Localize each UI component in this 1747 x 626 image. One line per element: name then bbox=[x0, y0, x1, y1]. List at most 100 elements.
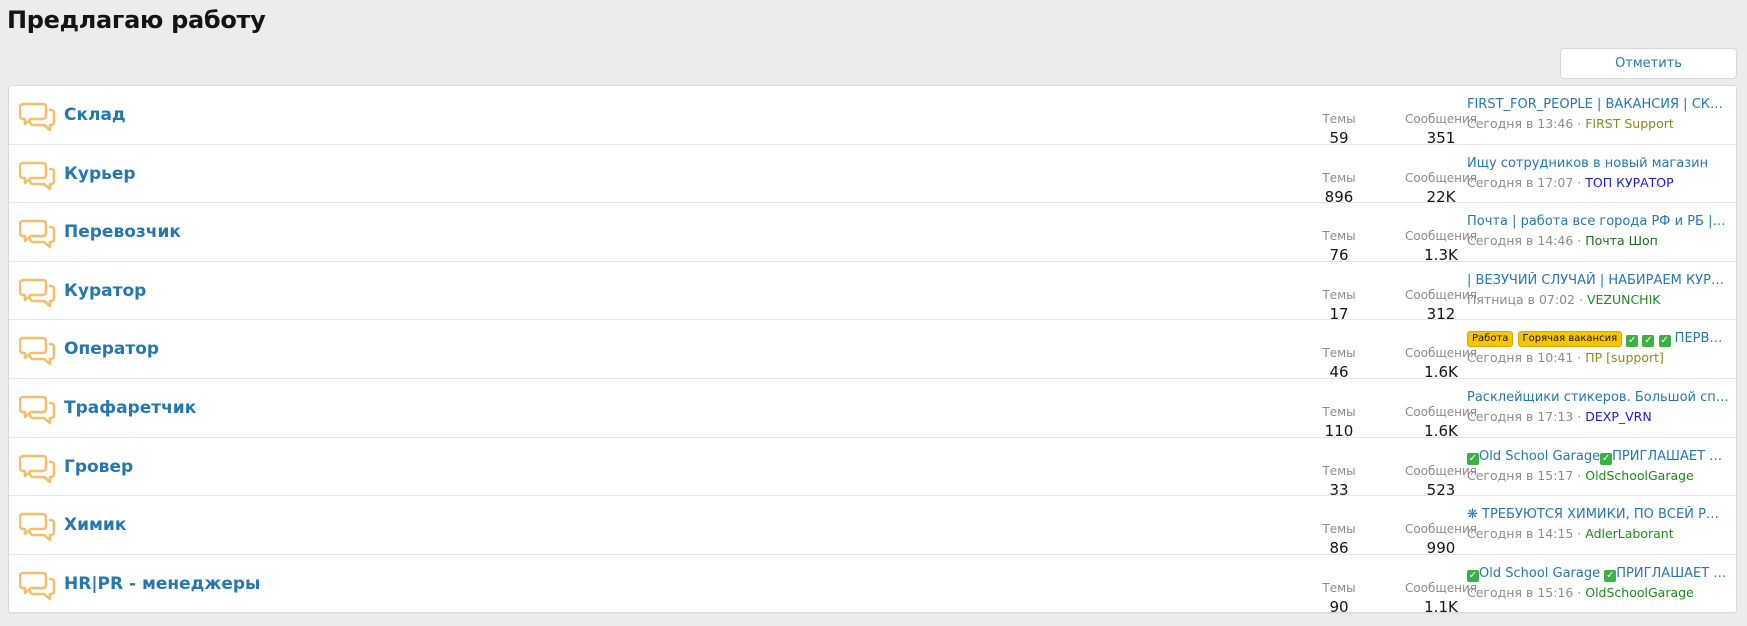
separator: · bbox=[1573, 526, 1586, 542]
last-thread-link[interactable]: ❋ ТРЕБУЮТСЯ ХИМИКИ, ПО ВСЕЙ РФ, КЗ... bbox=[1467, 506, 1729, 523]
last-post-meta: Пятница в 07:02 · VEZUNCHIK bbox=[1467, 291, 1729, 308]
last-post-user[interactable]: Почта Шоп bbox=[1585, 233, 1658, 248]
forum-bubbles-icon bbox=[19, 102, 56, 132]
forum-list: Склад Темы 59 Сообщения 351 FIRST_FOR_PEOP… bbox=[8, 85, 1737, 616]
forum-title[interactable]: Склад bbox=[64, 86, 126, 144]
last-thread-link[interactable]: | ВЕЗУЧИЙ СЛУЧАЙ | НАБИРАЕМ КУРАТО... bbox=[1467, 272, 1729, 289]
forum-row-operator: Оператор Темы 46 Сообщения 1.6K Работа Гор… bbox=[9, 320, 1736, 381]
last-post-meta: Сегодня в 13:46 · FIRST Support bbox=[1467, 115, 1729, 132]
last-post-date[interactable]: Сегодня в 17:07 bbox=[1467, 175, 1573, 190]
threads-label: Темы bbox=[1322, 346, 1356, 361]
threads-stat: Темы 17 bbox=[1297, 288, 1381, 323]
separator: · bbox=[1573, 467, 1586, 483]
last-post: Работа Горячая вакансия ✓ ✓ ✓ ПЕРВЫЙ ...… bbox=[1467, 330, 1729, 366]
last-post: Расклейщики стикеров. Большой список г..… bbox=[1467, 389, 1729, 425]
threads-label: Темы bbox=[1322, 404, 1356, 419]
threads-stat: Темы 46 bbox=[1297, 346, 1381, 381]
forum-title[interactable]: Трафаретчик bbox=[64, 379, 196, 437]
last-thread-text-a: Old School Garage bbox=[1479, 565, 1605, 581]
last-post-date[interactable]: Сегодня в 15:17 bbox=[1467, 468, 1573, 483]
last-post-date[interactable]: Сегодня в 14:15 bbox=[1467, 526, 1573, 541]
check-icon: ✓ bbox=[1604, 569, 1617, 582]
separator: · bbox=[1575, 291, 1587, 307]
threads-label: Темы bbox=[1322, 229, 1356, 244]
threads-label: Темы bbox=[1322, 463, 1356, 478]
threads-label: Темы bbox=[1322, 522, 1356, 537]
forum-title[interactable]: Куратор bbox=[64, 262, 146, 320]
last-post-user[interactable]: OldSchoolGarage bbox=[1585, 468, 1694, 483]
last-post-user[interactable]: VEZUNCHIK bbox=[1587, 292, 1661, 307]
last-thread-text-a: Old School Garage bbox=[1479, 448, 1601, 464]
separator: · bbox=[1573, 350, 1586, 366]
check-icon: ✓ bbox=[1658, 335, 1671, 348]
threads-stat: Темы 76 bbox=[1297, 229, 1381, 264]
last-post-meta: Сегодня в 14:15 · AdlerLaborant bbox=[1467, 525, 1729, 542]
forum-title[interactable]: Перевозчик bbox=[64, 203, 181, 261]
check-icon: ✓ bbox=[1467, 569, 1479, 582]
threads-label: Темы bbox=[1322, 170, 1356, 185]
threads-stat: Темы 90 bbox=[1297, 581, 1381, 616]
last-post-date[interactable]: Сегодня в 13:46 bbox=[1467, 116, 1573, 131]
last-thread-link[interactable]: ✓Old School Garage✓ПРИГЛАШАЕТ ГРО... bbox=[1467, 448, 1729, 465]
last-post-user[interactable]: ПР [support] bbox=[1585, 350, 1664, 365]
last-post-user[interactable]: ТОП КУРАТОР bbox=[1585, 175, 1673, 190]
last-post-date[interactable]: Сегодня в 17:13 bbox=[1467, 409, 1573, 424]
last-post: ❋ ТРЕБУЮТСЯ ХИМИКИ, ПО ВСЕЙ РФ, КЗ... Се… bbox=[1467, 506, 1729, 542]
forum-bubbles-icon bbox=[19, 395, 56, 425]
threads-stat: Темы 86 bbox=[1297, 522, 1381, 557]
forum-title[interactable]: Гровер bbox=[64, 438, 133, 496]
prefix-badge-work[interactable]: Работа bbox=[1467, 331, 1514, 348]
last-thread-link[interactable]: ✓Old School Garage ✓ПРИГЛАШАЕТ HR ... bbox=[1467, 565, 1729, 582]
last-post-meta: Сегодня в 17:07 · ТОП КУРАТОР bbox=[1467, 174, 1729, 191]
forum-row-sklad: Склад Темы 59 Сообщения 351 FIRST_FOR_PEOP… bbox=[9, 86, 1736, 147]
mark-read-button[interactable]: Отметить прочитанным(и) bbox=[1560, 48, 1737, 100]
last-post: Почта | работа все города РФ и РБ | Пер.… bbox=[1467, 213, 1729, 249]
prefix-badge-hot-vacancy[interactable]: Горячая вакансия bbox=[1517, 331, 1623, 348]
last-post-date[interactable]: Сегодня в 10:41 bbox=[1467, 350, 1573, 365]
last-post: FIRST_FOR_PEOPLE | ВАКАНСИЯ | СКЛАД | ..… bbox=[1467, 96, 1729, 132]
separator: · bbox=[1573, 174, 1586, 190]
last-thread-link[interactable]: Работа Горячая вакансия ✓ ✓ ✓ ПЕРВЫЙ ... bbox=[1467, 330, 1729, 348]
check-icon: ✓ bbox=[1600, 452, 1613, 465]
forum-row-grower: Гровер Темы 33 Сообщения 523 ✓ Old School G… bbox=[9, 438, 1736, 499]
last-post-meta: Сегодня в 14:46 · Почта Шоп bbox=[1467, 232, 1729, 249]
threads-stat: Темы 33 bbox=[1297, 464, 1381, 499]
forum-row-courier: Курьер Темы 896 Сообщения 22K Ищу сотрудни… bbox=[9, 145, 1736, 206]
last-thread-text-b: ПРИГЛАШАЕТ ГРО... bbox=[1612, 448, 1729, 464]
last-post: Ищу сотрудников в новый магазин Сегодня … bbox=[1467, 155, 1729, 191]
last-post-date[interactable]: Сегодня в 14:46 bbox=[1467, 233, 1573, 248]
forum-title[interactable]: Курьер bbox=[64, 145, 136, 203]
forum-title[interactable]: HR|PR - менеджеры bbox=[64, 555, 260, 613]
last-post-user[interactable]: OldSchoolGarage bbox=[1585, 585, 1694, 600]
forum-bubbles-icon bbox=[19, 278, 56, 308]
last-post-date[interactable]: Пятница в 07:02 bbox=[1467, 292, 1575, 307]
last-post: | ВЕЗУЧИЙ СЛУЧАЙ | НАБИРАЕМ КУРАТО... Пя… bbox=[1467, 272, 1729, 308]
last-post-user[interactable]: DEXP_VRN bbox=[1585, 409, 1651, 424]
last-thread-link[interactable]: Почта | работа все города РФ и РБ | Пер.… bbox=[1467, 213, 1729, 230]
last-post: ✓Old School Garage✓ПРИГЛАШАЕТ ГРО... Сег… bbox=[1467, 448, 1729, 484]
last-post-user[interactable]: AdlerLaborant bbox=[1585, 526, 1673, 541]
threads-label: Темы bbox=[1322, 580, 1356, 595]
check-icon: ✓ bbox=[1467, 452, 1479, 465]
threads-stat: Темы 896 bbox=[1297, 171, 1381, 206]
forum-title[interactable]: Оператор bbox=[64, 320, 159, 378]
separator: · bbox=[1573, 233, 1586, 249]
last-post-date[interactable]: Сегодня в 15:16 bbox=[1467, 585, 1573, 600]
last-thread-link[interactable]: FIRST_FOR_PEOPLE | ВАКАНСИЯ | СКЛАД | ..… bbox=[1467, 96, 1729, 113]
separator: · bbox=[1573, 116, 1586, 131]
threads-label: Темы bbox=[1322, 112, 1356, 126]
forum-row-chemist: Химик Темы 86 Сообщения 990 ❋ ТРЕБУЮТСЯ ХИ… bbox=[9, 496, 1736, 557]
forum-row-carrier: Перевозчик Темы 76 Сообщения 1.3K Почта | … bbox=[9, 203, 1736, 264]
forum-bubbles-icon bbox=[19, 512, 56, 542]
forum-row-curator: Куратор Темы 17 Сообщения 312 | ВЕЗУЧИЙ СЛ… bbox=[9, 262, 1736, 323]
last-thread-link[interactable]: Расклейщики стикеров. Большой список г..… bbox=[1467, 389, 1729, 406]
threads-stat: Темы 59 bbox=[1297, 112, 1381, 147]
forum-title[interactable]: Химик bbox=[64, 496, 126, 554]
last-thread-link[interactable]: Ищу сотрудников в новый магазин bbox=[1467, 155, 1729, 172]
last-post-meta: Сегодня в 17:13 · DEXP_VRN bbox=[1467, 408, 1729, 425]
last-post-user[interactable]: FIRST Support bbox=[1585, 116, 1674, 131]
last-thread-text-b: ПРИГЛАШАЕТ HR ... bbox=[1616, 565, 1729, 581]
last-post: ✓Old School Garage ✓ПРИГЛАШАЕТ HR ... Се… bbox=[1467, 565, 1729, 601]
last-post-meta: Сегодня в 15:16 · OldSchoolGarage bbox=[1467, 584, 1729, 601]
forum-bubbles-icon bbox=[19, 454, 56, 483]
